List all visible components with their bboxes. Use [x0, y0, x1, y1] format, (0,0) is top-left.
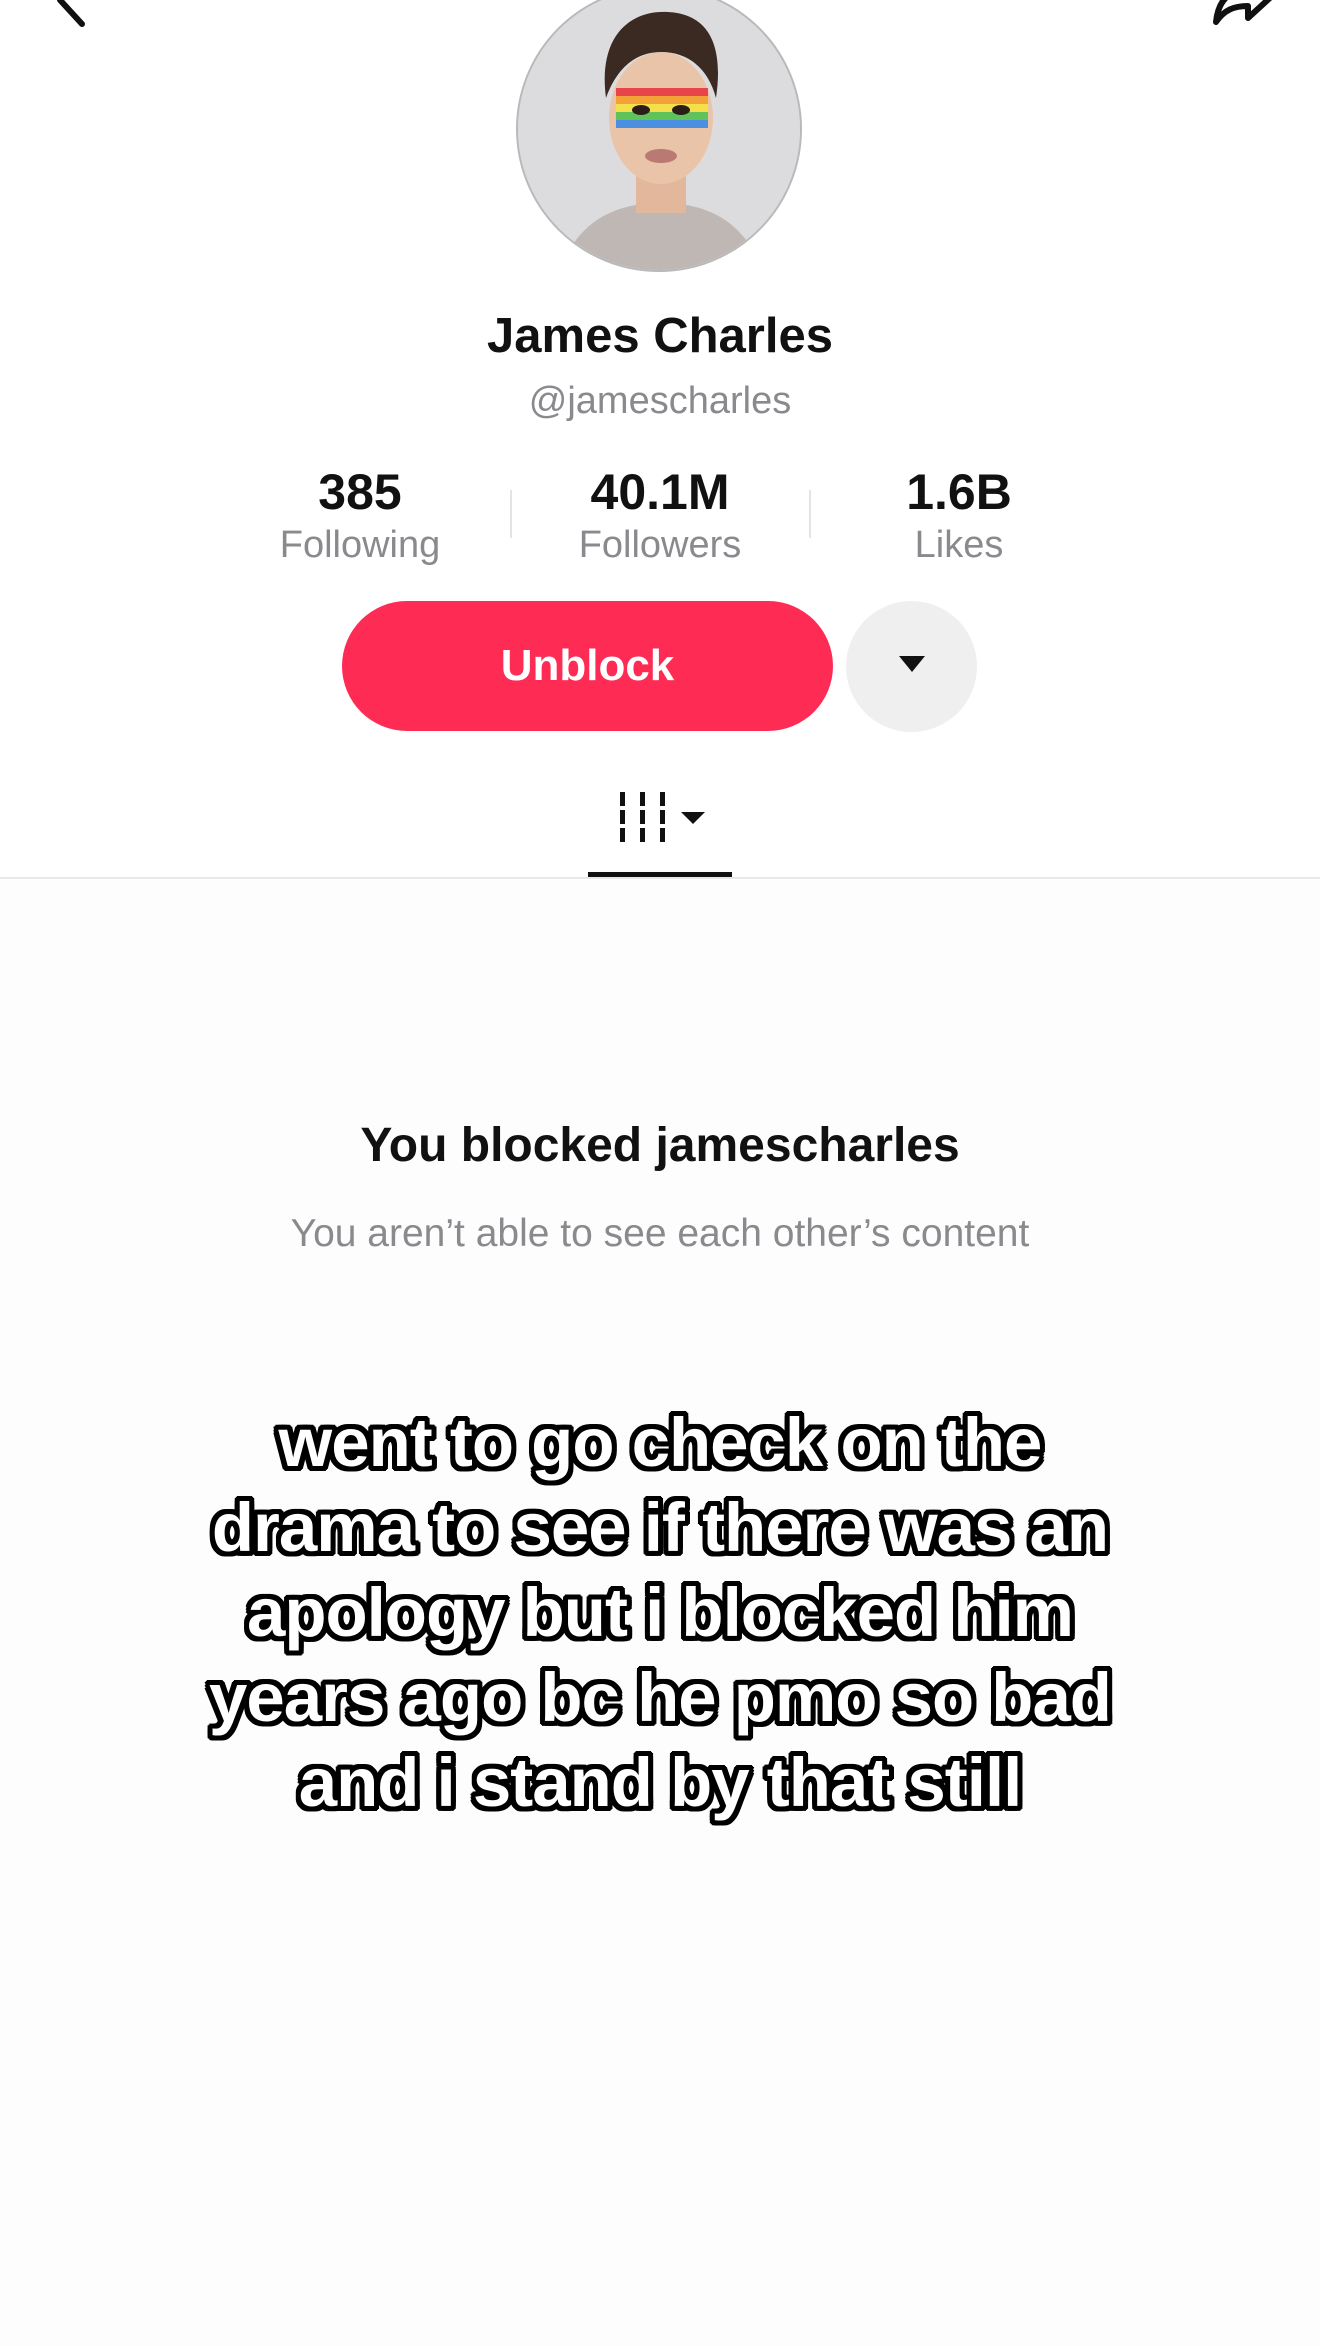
stat-following[interactable]: 385 Following: [230, 462, 490, 568]
caption-overlay: went to go check on the drama to see if …: [160, 1400, 1160, 1825]
share-icon[interactable]: [1208, 0, 1278, 26]
stat-likes[interactable]: 1.6B Likes: [829, 462, 1089, 568]
stat-divider: [809, 490, 811, 538]
profile-page: James Charles @jamescharles 385 Followin…: [0, 0, 1320, 2346]
unblock-button[interactable]: Unblock: [342, 601, 833, 731]
followers-count: 40.1M: [590, 464, 730, 520]
caption-line: went to go check on the: [278, 1404, 1043, 1481]
stat-divider: [510, 490, 512, 538]
tab-videos[interactable]: [588, 782, 734, 878]
blocked-title: You blocked jamescharles: [360, 1119, 960, 1172]
caption-line: drama to see if there was an: [211, 1489, 1109, 1566]
display-name: James Charles: [487, 309, 833, 363]
back-arrow-icon[interactable]: [42, 0, 102, 30]
following-label: Following: [279, 524, 441, 566]
caption-line: years ago bc he pmo so bad: [209, 1659, 1112, 1736]
grid-icon: [620, 792, 705, 842]
following-count: 385: [318, 464, 402, 520]
caption-line: and i stand by that still: [298, 1744, 1023, 1821]
followers-label: Followers: [578, 524, 742, 566]
stat-followers[interactable]: 40.1M Followers: [530, 462, 790, 568]
profile-avatar[interactable]: [516, 0, 802, 272]
tab-divider: [0, 877, 1320, 879]
likes-count: 1.6B: [906, 464, 1012, 520]
caption-line: apology but i blocked him: [246, 1574, 1074, 1651]
caret-down-icon: [897, 654, 927, 679]
blocked-subtitle: You aren’t able to see each other’s cont…: [290, 1212, 1030, 1255]
more-options-button[interactable]: [846, 601, 977, 732]
username: @jamescharles: [528, 380, 792, 422]
likes-label: Likes: [914, 524, 1004, 566]
